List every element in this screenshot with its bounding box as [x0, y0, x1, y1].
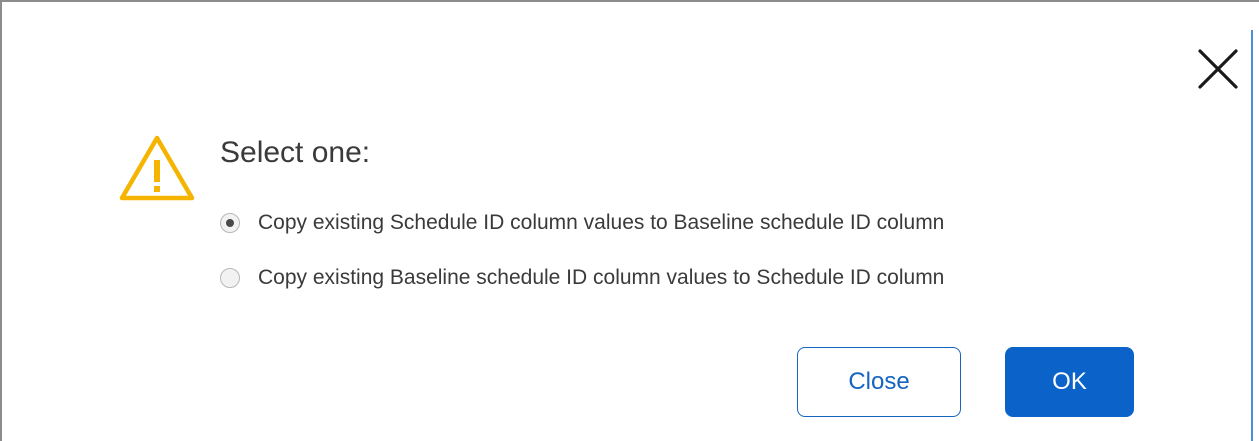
dialog-title: Select one: [220, 136, 371, 169]
option-label: Copy existing Schedule ID column values … [258, 211, 945, 234]
radio-button[interactable] [220, 268, 240, 288]
ok-button[interactable]: OK [1005, 347, 1134, 417]
dialog: Select one: Copy existing Schedule ID co… [0, 0, 1259, 441]
warning-icon [118, 134, 196, 202]
radio-button-selected[interactable] [220, 213, 240, 233]
dialog-scroll-edge [1251, 30, 1253, 441]
close-icon[interactable] [1196, 47, 1240, 91]
option-label: Copy existing Baseline schedule ID colum… [258, 266, 945, 289]
close-button[interactable]: Close [797, 347, 961, 417]
option-copy-baseline-to-schedule[interactable]: Copy existing Baseline schedule ID colum… [220, 265, 944, 291]
dialog-border-left [0, 0, 2, 441]
option-copy-schedule-to-baseline[interactable]: Copy existing Schedule ID column values … [220, 210, 944, 236]
dialog-border-top [0, 0, 1259, 2]
